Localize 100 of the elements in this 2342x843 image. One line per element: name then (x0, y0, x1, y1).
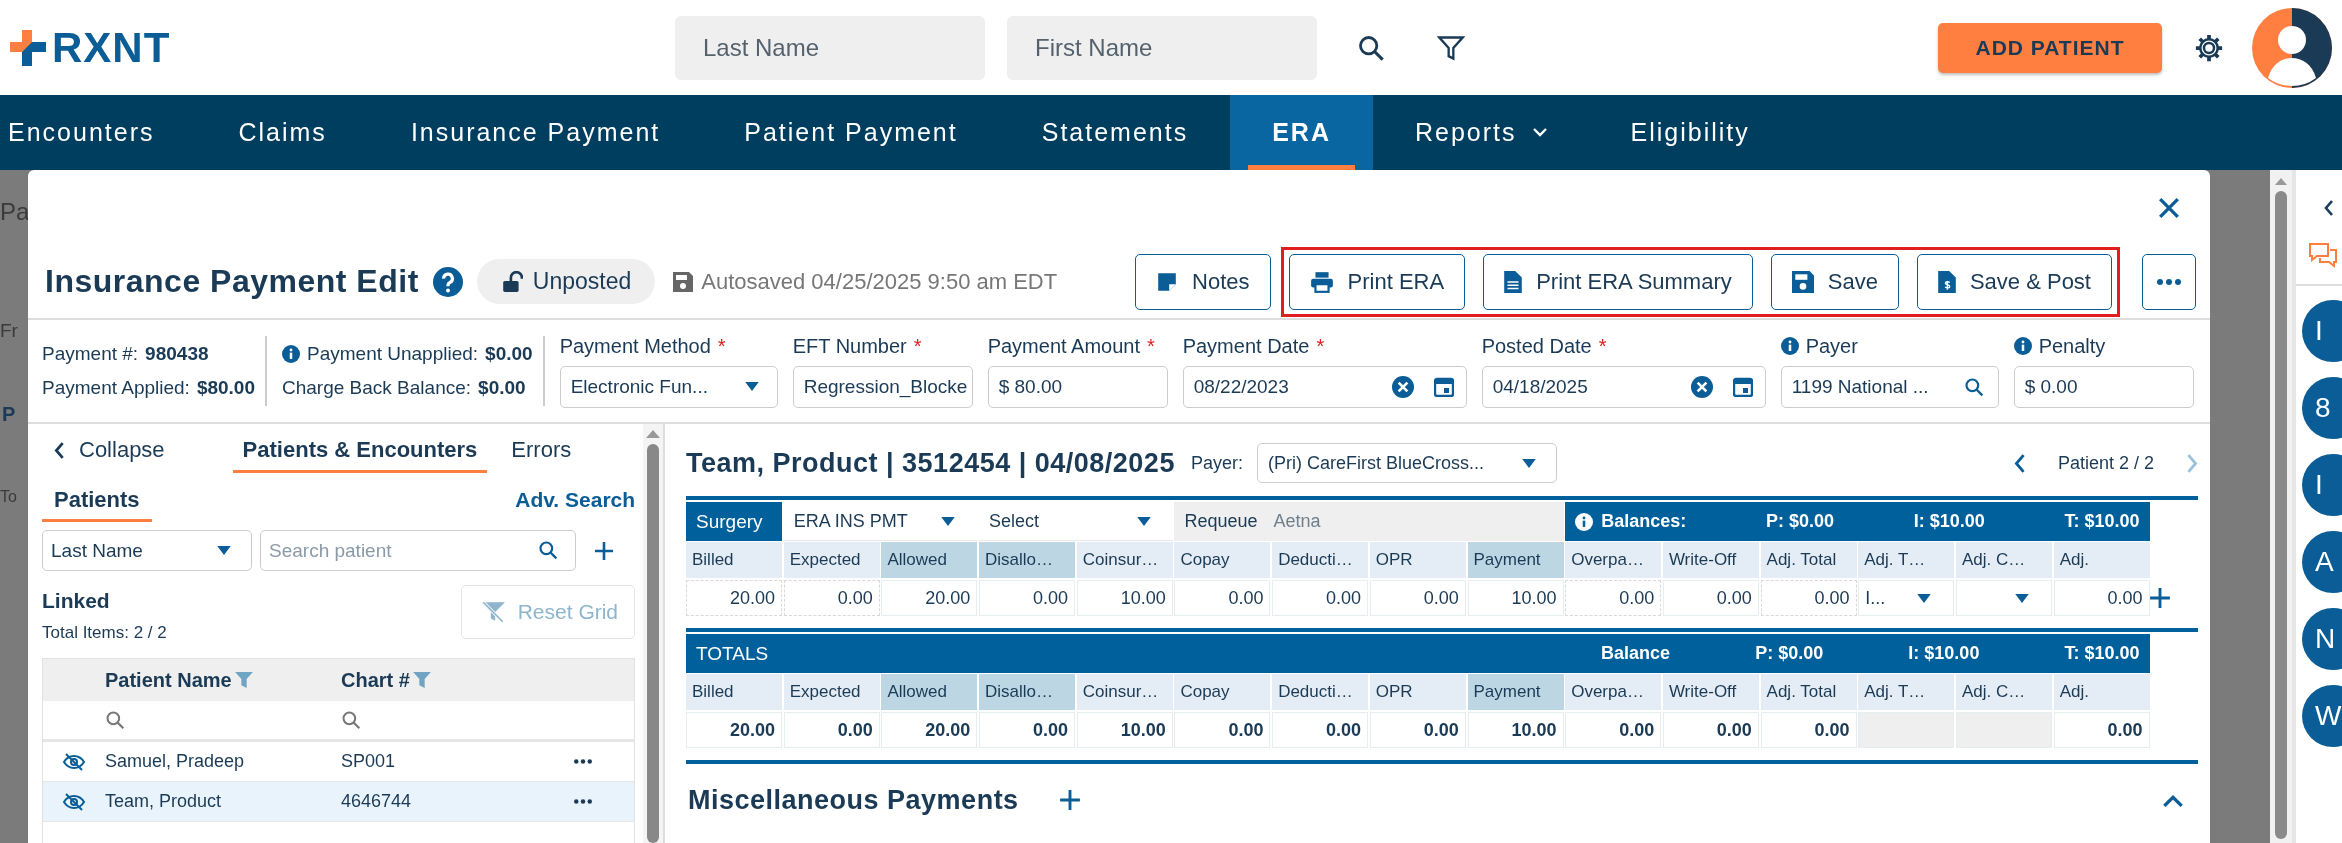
column-header[interactable]: Chart # (341, 668, 410, 692)
user-badge[interactable]: N (2302, 608, 2342, 670)
nav-tab[interactable]: Insurance Payment (368, 95, 703, 170)
input-field[interactable]: 1199 National ... (1780, 365, 1999, 408)
input-field[interactable]: 0.00 (2053, 580, 2150, 616)
unlink-icon[interactable] (61, 752, 87, 771)
calendar-icon[interactable] (1732, 376, 1753, 397)
info-icon (1575, 512, 1594, 531)
column-header: OPR (1369, 542, 1466, 578)
input-field[interactable]: Regression_Blocke (792, 365, 973, 408)
clear-icon[interactable] (1391, 375, 1414, 398)
column-header: Copay (1174, 542, 1271, 578)
section-title: Miscellaneous Payments (688, 784, 1019, 816)
date-field[interactable]: 04/18/2025 (1481, 365, 1766, 408)
user-badge[interactable]: 8 (2302, 377, 2342, 439)
search-field[interactable]: Search patient (260, 530, 576, 571)
more-icon[interactable] (573, 759, 592, 764)
close-icon[interactable] (2158, 196, 2180, 219)
panel-tab[interactable]: Patients (42, 478, 152, 522)
dropdown[interactable]: Select (979, 502, 1173, 541)
search-field[interactable]: First Name (1007, 15, 1317, 80)
toolbar-button[interactable]: Print ERA (1288, 253, 1466, 310)
table-cell: 0.00 (1565, 712, 1662, 748)
caret-icon (1136, 516, 1151, 526)
calendar-icon[interactable] (1433, 376, 1454, 397)
input-field[interactable]: 0.00 (1662, 580, 1759, 616)
previous-icon[interactable] (2013, 453, 2026, 473)
scrollbar[interactable] (643, 424, 663, 843)
summary-value: 980438 (145, 343, 209, 365)
patient-row[interactable]: Team, Product 4646744 (43, 782, 635, 822)
toolbar-button[interactable]: Save & Post (1916, 253, 2112, 310)
user-badge[interactable]: I (2302, 300, 2342, 362)
input-field[interactable]: 0.00 (979, 580, 1076, 616)
nav-tab[interactable]: Reports (1372, 95, 1589, 170)
dropdown[interactable]: ERA INS PMT (783, 502, 978, 541)
help-icon[interactable] (432, 266, 463, 297)
toolbar-button[interactable]: Notes (1135, 253, 1271, 310)
toolbar-button[interactable]: Save (1770, 253, 1899, 310)
advanced-search-link[interactable]: Adv. Search (515, 488, 636, 512)
user-badge[interactable]: I (2302, 454, 2342, 516)
dropdown[interactable]: I... (1858, 580, 1955, 616)
column-header: Adj. Total (1760, 542, 1857, 578)
nav-tab[interactable]: Statements (999, 95, 1231, 170)
input-field[interactable]: $ 80.00 (987, 365, 1168, 408)
input-field[interactable]: 10.00 (1076, 580, 1173, 616)
chevron-left-icon[interactable] (2324, 200, 2334, 216)
field-label: Payment Date (1182, 334, 1310, 358)
clear-icon[interactable] (1690, 375, 1713, 398)
table-cell: 0.00 (1272, 712, 1369, 748)
search-icon[interactable] (1357, 33, 1385, 62)
add-icon[interactable] (2149, 587, 2171, 609)
input-field[interactable]: $ 0.00 (2013, 365, 2194, 408)
user-badge[interactable]: W (2302, 685, 2342, 747)
required-mark: * (1598, 334, 1607, 358)
date-field[interactable]: 08/22/2023 (1182, 365, 1467, 408)
add-icon[interactable] (1058, 789, 1081, 811)
settings-icon[interactable] (2194, 32, 2224, 63)
input-field[interactable]: 0.00 (1272, 580, 1369, 616)
user-badge[interactable]: A (2302, 531, 2342, 593)
required-mark: * (913, 334, 922, 358)
add-patient-button[interactable]: ADD PATIENT (1938, 22, 2162, 73)
summary-label: Payment Applied: (42, 377, 190, 399)
scrollbar[interactable] (2270, 170, 2292, 843)
nav-tab[interactable]: Encounters (0, 95, 197, 170)
input-field[interactable]: 0.00 (1174, 580, 1271, 616)
nav-tab[interactable]: Patient Payment (702, 95, 1000, 170)
add-icon[interactable] (594, 540, 614, 561)
chevron-up-icon[interactable] (2162, 793, 2184, 807)
more-button[interactable] (2142, 253, 2196, 310)
dropdown[interactable]: Electronic Fun... (559, 365, 778, 408)
input-field[interactable]: 20.00 (881, 580, 978, 616)
scroll-up-icon[interactable] (646, 430, 661, 438)
more-icon[interactable] (573, 799, 592, 804)
panel-tab[interactable]: Patients & Encounters (232, 427, 488, 473)
unlink-icon[interactable] (61, 792, 87, 811)
input-field[interactable]: 0.00 (1369, 580, 1466, 616)
nav-tab[interactable]: ERA (1230, 95, 1373, 170)
column-header: Overpa… (1565, 542, 1662, 578)
panel-tab[interactable]: Errors (501, 427, 582, 473)
item-count: Total Items: 2 / 2 (42, 623, 167, 643)
table-cell: 10.00 (1076, 712, 1173, 748)
input-field[interactable]: 10.00 (1467, 580, 1564, 616)
filter-icon[interactable] (1437, 33, 1465, 62)
table-cell: Team, Product (105, 791, 222, 812)
search-icon[interactable] (1963, 376, 1984, 397)
collapse-link[interactable]: Collapse (54, 437, 165, 463)
column-header[interactable]: Patient Name (105, 668, 232, 692)
caret-icon (941, 516, 956, 526)
nav-tab[interactable]: Eligibility (1588, 95, 1792, 170)
printer-icon (1309, 270, 1334, 293)
toolbar-button[interactable]: Print ERA Summary (1483, 253, 1753, 310)
dropdown[interactable]: Last Name (42, 530, 252, 571)
balance-value: P: $0.00 (1755, 643, 1824, 664)
table-cell: 0.00 (783, 580, 880, 616)
dropdown[interactable]: (Pri) CareFirst BlueCross... (1256, 443, 1557, 483)
table-cell: 0.00 (1760, 712, 1857, 748)
search-icon[interactable] (538, 540, 558, 560)
lock-icon (500, 270, 523, 293)
nav-tab[interactable]: Claims (196, 95, 369, 170)
search-field[interactable]: Last Name (675, 15, 985, 80)
